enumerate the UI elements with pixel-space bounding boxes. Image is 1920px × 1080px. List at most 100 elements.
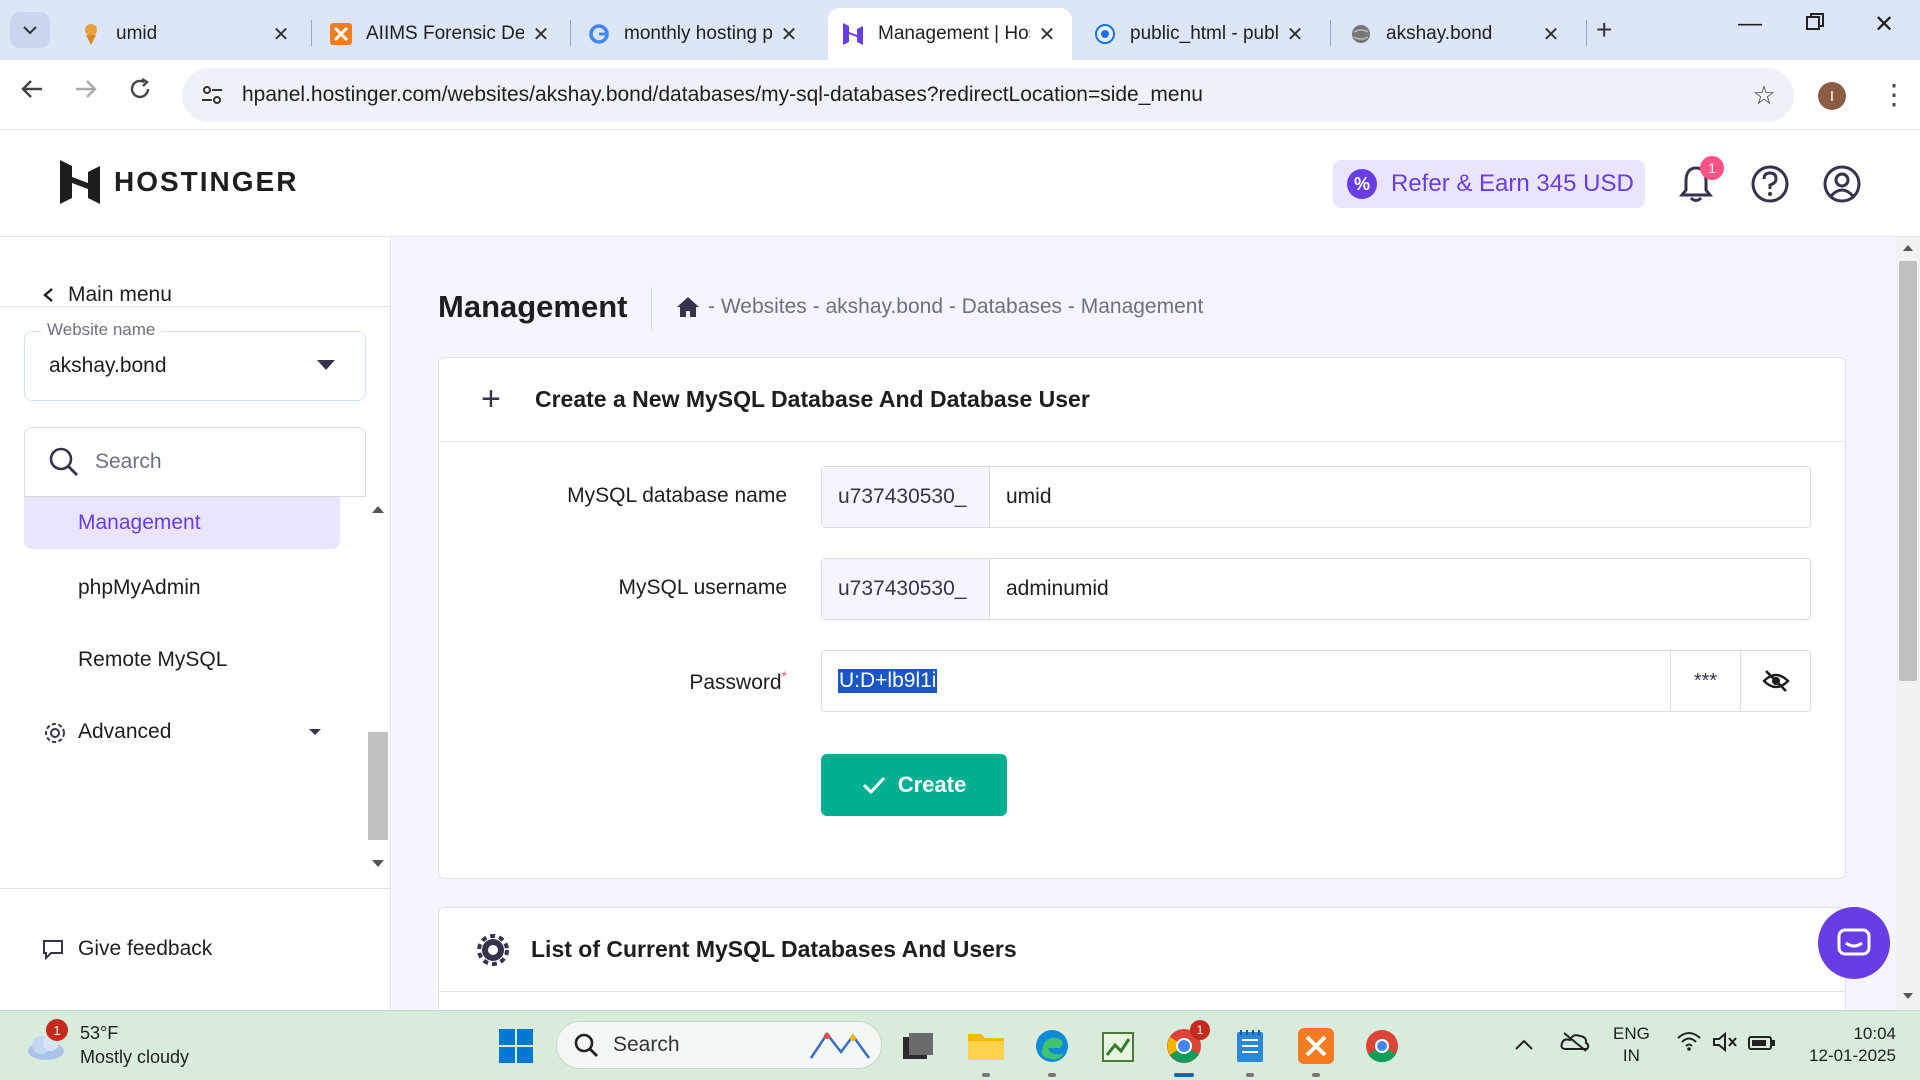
create-button[interactable]: Create — [821, 754, 1007, 816]
taskbar-xampp[interactable] — [1294, 1024, 1338, 1077]
weather-widget[interactable]: 1 53°F Mostly cloudy — [26, 1019, 189, 1069]
forward-button[interactable] — [74, 76, 98, 108]
breadcrumb-path[interactable]: - Websites - akshay.bond - Databases - M… — [708, 295, 1203, 319]
reload-button[interactable] — [128, 76, 152, 108]
windows-start-button[interactable] — [494, 1024, 538, 1068]
restore-button[interactable] — [1806, 10, 1824, 38]
close-window-button[interactable]: ✕ — [1874, 10, 1894, 39]
taskbar-edge[interactable] — [1030, 1024, 1074, 1077]
refer-earn-button[interactable]: % Refer & Earn 345 USD — [1333, 160, 1645, 208]
hostinger-logo[interactable]: HOSTINGER — [60, 160, 298, 204]
tab-umid[interactable]: umid ✕ — [66, 8, 306, 60]
sidebar-item-management[interactable]: Management — [24, 497, 340, 549]
main-menu-link[interactable]: Main menu — [42, 283, 172, 307]
website-select[interactable]: Website name akshay.bond — [24, 320, 366, 401]
toggle-visibility-button[interactable] — [1740, 651, 1810, 711]
taskbar-chrome-2[interactable] — [1360, 1024, 1404, 1068]
password-field[interactable]: U:D+lb9l1i — [822, 651, 1670, 711]
close-tab-icon[interactable]: ✕ — [530, 22, 552, 47]
username-input[interactable]: u737430530_ adminumid — [821, 558, 1811, 620]
lang-line2: IN — [1622, 1046, 1640, 1065]
live-chat-button[interactable] — [1818, 907, 1890, 979]
hostinger-icon — [842, 23, 864, 45]
wifi-icon[interactable] — [1676, 1031, 1702, 1057]
profile-avatar[interactable]: I — [1818, 82, 1846, 110]
sidebar-search-input[interactable]: Search — [24, 427, 366, 497]
tab-separator — [1586, 20, 1587, 46]
refer-label: Refer & Earn 345 USD — [1391, 170, 1634, 197]
system-clock[interactable]: 10:04 12-01-2025 — [1796, 1023, 1896, 1067]
sidebar-item-advanced[interactable]: Advanced — [24, 706, 340, 758]
notifications-button[interactable]: 1 — [1672, 156, 1724, 208]
hostinger-logo-icon — [60, 160, 100, 204]
db-name-row: MySQL database name u737430530_ umid — [439, 466, 1847, 528]
windows-logo-icon — [499, 1029, 533, 1063]
browser-menu-icon[interactable]: ⋮ — [1880, 78, 1908, 111]
bookmark-star-icon[interactable]: ☆ — [1734, 80, 1794, 111]
give-feedback-link[interactable]: Give feedback — [42, 937, 212, 961]
task-view-icon — [903, 1033, 933, 1059]
main-content: Management - Websites - akshay.bond - Da… — [392, 237, 1896, 1010]
volume-muted-icon[interactable] — [1712, 1031, 1738, 1059]
gear-icon — [45, 723, 65, 743]
sidebar-item-label: phpMyAdmin — [78, 576, 201, 599]
db-name-value[interactable]: umid — [990, 467, 1810, 527]
divider — [651, 287, 652, 331]
sidebar-item-remote-mysql[interactable]: Remote MySQL — [24, 634, 340, 686]
close-tab-icon[interactable]: ✕ — [1284, 22, 1306, 47]
tab-search-button[interactable] — [10, 12, 50, 48]
account-button[interactable] — [1818, 160, 1866, 208]
minimize-button[interactable]: — — [1738, 10, 1762, 38]
taskbar-file-explorer[interactable] — [964, 1024, 1008, 1077]
scroll-up-arrow-icon[interactable] — [372, 506, 384, 513]
sidebar-item-label: Remote MySQL — [78, 648, 228, 671]
tab-google[interactable]: monthly hosting p ✕ — [574, 8, 814, 60]
password-value: U:D+lb9l1i — [838, 669, 938, 693]
scroll-up-arrow-icon[interactable] — [1903, 245, 1913, 251]
password-input[interactable]: U:D+lb9l1i *** — [821, 650, 1811, 712]
tab-aiims[interactable]: AIIMS Forensic Dep ✕ — [316, 8, 566, 60]
sidebar-scrollbar[interactable] — [368, 500, 388, 874]
site-info-icon[interactable] — [182, 85, 242, 105]
taskbar-notepad-app[interactable] — [1096, 1024, 1140, 1068]
close-tab-icon[interactable]: ✕ — [1540, 22, 1562, 47]
close-tab-icon[interactable]: ✕ — [1036, 22, 1058, 47]
help-button[interactable] — [1746, 160, 1794, 208]
back-button[interactable] — [20, 76, 44, 108]
taskbar-notepad[interactable] — [1228, 1024, 1272, 1077]
omnibox[interactable]: hpanel.hostinger.com/websites/akshay.bon… — [182, 68, 1794, 122]
taskbar-chrome[interactable]: 1 — [1162, 1020, 1210, 1077]
close-tab-icon[interactable]: ✕ — [778, 22, 800, 47]
create-database-card-header[interactable]: + Create a New MySQL Database And Databa… — [439, 358, 1845, 442]
page-scrollbar[interactable] — [1896, 237, 1920, 1010]
tab-management[interactable]: Management | Hos ✕ — [828, 8, 1072, 60]
home-icon[interactable] — [676, 296, 700, 318]
restore-icon — [1806, 13, 1824, 30]
weather-badge: 1 — [46, 1019, 68, 1041]
scrollbar-thumb[interactable] — [1899, 261, 1917, 681]
scroll-down-arrow-icon[interactable] — [372, 860, 384, 867]
battery-icon[interactable] — [1748, 1031, 1776, 1057]
scroll-down-arrow-icon[interactable] — [1903, 993, 1913, 999]
tab-akshay-bond[interactable]: akshay.bond ✕ — [1336, 8, 1576, 60]
running-indicator — [1246, 1073, 1254, 1077]
database-list-card-header[interactable]: List of Current MySQL Databases And User… — [439, 908, 1845, 992]
db-name-input[interactable]: u737430530_ umid — [821, 466, 1811, 528]
language-indicator[interactable]: ENG IN — [1613, 1023, 1650, 1067]
page-title: Management — [438, 289, 628, 324]
caret-down-icon — [309, 729, 321, 735]
generate-password-button[interactable]: *** — [1670, 651, 1740, 711]
username-value[interactable]: adminumid — [990, 559, 1810, 619]
tab-public-html[interactable]: public_html - publ ✕ — [1080, 8, 1320, 60]
tray-overflow-icon[interactable] — [1514, 1031, 1534, 1057]
onedrive-icon[interactable] — [1560, 1031, 1590, 1059]
back-arrow-icon — [21, 80, 42, 98]
running-indicator — [1048, 1073, 1056, 1077]
scrollbar-thumb[interactable] — [368, 732, 388, 840]
taskbar-search[interactable]: Search — [556, 1021, 882, 1069]
sidebar-item-phpmyadmin[interactable]: phpMyAdmin — [24, 562, 340, 614]
task-view-button[interactable] — [896, 1024, 940, 1068]
new-tab-button[interactable]: + — [1596, 14, 1612, 46]
close-tab-icon[interactable]: ✕ — [270, 22, 292, 47]
search-placeholder: Search — [95, 450, 162, 473]
